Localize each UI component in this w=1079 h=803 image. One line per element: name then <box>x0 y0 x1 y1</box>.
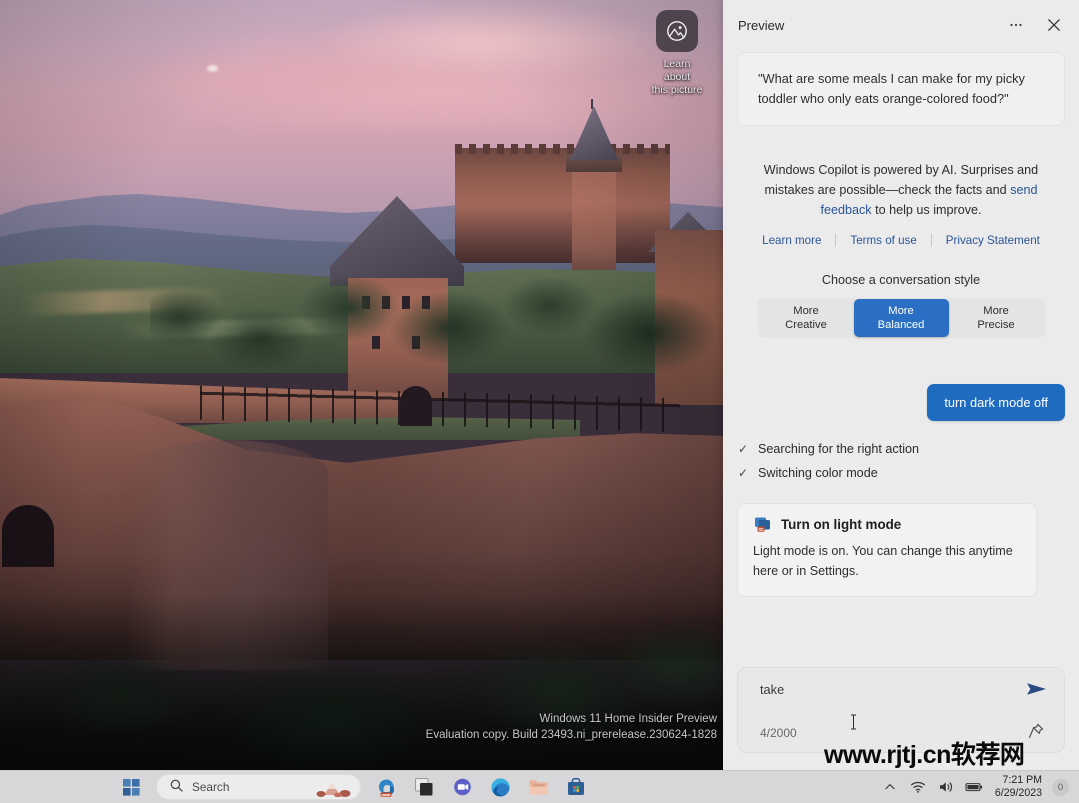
conversation-style-title: Choose a conversation style <box>737 273 1065 287</box>
action-result-card: Turn on light mode Light mode is on. You… <box>737 503 1037 597</box>
conversation-style-selector: More Creative More Balanced More Precise <box>758 298 1045 338</box>
learn-about-this-picture-widget[interactable]: Learn about this picture <box>650 10 704 97</box>
volume-icon[interactable] <box>933 773 959 801</box>
send-icon[interactable] <box>1026 680 1050 700</box>
suggested-prompt-card[interactable]: "What are some meals I can make for my p… <box>737 52 1065 126</box>
site-watermark-overlay: www.rjtj.cn软荐网 <box>824 735 1024 771</box>
wifi-icon[interactable] <box>905 773 931 801</box>
search-illustration-icon <box>316 778 352 797</box>
learn-more-link[interactable]: Learn more <box>748 234 835 247</box>
ai-disclaimer: Windows Copilot is powered by AI. Surpri… <box>737 160 1065 220</box>
progress-step-label: Searching for the right action <box>758 437 919 461</box>
user-message-bubble: turn dark mode off <box>927 384 1065 421</box>
ellipsis-icon[interactable] <box>997 10 1035 40</box>
action-card-header: Turn on light mode <box>753 515 1021 534</box>
style-option-more-creative[interactable]: More Creative <box>759 299 854 337</box>
battery-icon[interactable] <box>961 773 987 801</box>
clock-time: 7:21 PM <box>995 774 1042 787</box>
style-line2: Balanced <box>878 318 925 332</box>
chat-input[interactable]: take <box>760 682 1018 697</box>
style-line1: More <box>793 304 819 318</box>
chevron-up-icon[interactable] <box>877 773 903 801</box>
file-explorer-icon[interactable] <box>519 772 557 802</box>
taskbar: Search <box>0 770 1079 803</box>
style-line1: More <box>888 304 914 318</box>
style-line2: Precise <box>977 318 1014 332</box>
privacy-statement-link[interactable]: Privacy Statement <box>932 234 1054 247</box>
agent-progress-steps: ✓ Searching for the right action ✓ Switc… <box>737 437 1065 485</box>
text-cursor-icon <box>850 714 851 730</box>
notification-count-badge[interactable]: 0 <box>1052 779 1069 796</box>
pin-icon[interactable] <box>1027 722 1049 742</box>
wallpaper-vignette <box>0 0 723 771</box>
chat-teams-icon[interactable] <box>443 772 481 802</box>
style-option-more-precise[interactable]: More Precise <box>949 299 1044 337</box>
learn-picture-line2: this picture <box>650 84 704 97</box>
check-icon: ✓ <box>737 437 749 461</box>
clock-date: 6/29/2023 <box>995 787 1042 800</box>
search-icon <box>170 779 183 795</box>
style-line2: Creative <box>785 318 827 332</box>
windows-evaluation-watermark: Windows 11 Home Insider Preview Evaluati… <box>426 711 717 743</box>
progress-step: ✓ Searching for the right action <box>737 437 1065 461</box>
terms-of-use-link[interactable]: Terms of use <box>836 234 930 247</box>
edge-icon[interactable] <box>481 772 519 802</box>
clock[interactable]: 7:21 PM 6/29/2023 <box>989 774 1050 800</box>
check-icon: ✓ <box>737 461 749 485</box>
screen-root: Learn about this picture Windows 11 Home… <box>0 0 1079 803</box>
style-option-more-balanced[interactable]: More Balanced <box>854 299 949 337</box>
action-card-body: Light mode is on. You can change this an… <box>753 541 1021 581</box>
task-view-icon[interactable] <box>405 772 443 802</box>
settings-personalization-icon <box>753 515 772 534</box>
copilot-icon[interactable] <box>367 772 405 802</box>
footer-links: Learn more Terms of use Privacy Statemen… <box>737 234 1065 247</box>
action-card-title: Turn on light mode <box>781 517 901 532</box>
windows-copilot-panel: Preview "What are some meals I can make … <box>723 0 1079 771</box>
picture-icon <box>656 10 698 52</box>
progress-step: ✓ Switching color mode <box>737 461 1065 485</box>
close-icon[interactable] <box>1035 10 1073 40</box>
microsoft-store-icon[interactable] <box>557 772 595 802</box>
system-tray: 7:21 PM 6/29/2023 0 <box>877 773 1073 801</box>
desktop-wallpaper[interactable]: Learn about this picture Windows 11 Home… <box>0 0 723 771</box>
disclaimer-text-after: to help us improve. <box>872 203 982 217</box>
panel-title: Preview <box>738 18 997 33</box>
search-placeholder: Search <box>192 780 229 794</box>
taskbar-search-box[interactable]: Search <box>156 774 361 800</box>
windows-start-icon[interactable] <box>112 772 150 802</box>
user-message-row: turn dark mode off <box>737 384 1065 421</box>
style-line1: More <box>983 304 1009 318</box>
copilot-conversation-body: "What are some meals I can make for my p… <box>723 50 1079 661</box>
learn-picture-line1: Learn about <box>650 58 704 84</box>
copilot-header: Preview <box>723 0 1079 50</box>
watermark-line1: Windows 11 Home Insider Preview <box>426 711 717 727</box>
disclaimer-text-before: Windows Copilot is powered by AI. Surpri… <box>764 163 1038 197</box>
progress-step-label: Switching color mode <box>758 461 878 485</box>
taskbar-center-group: Search <box>112 772 595 802</box>
character-counter: 4/2000 <box>760 726 797 740</box>
watermark-line2: Evaluation copy. Build 23493.ni_prerelea… <box>426 727 717 743</box>
